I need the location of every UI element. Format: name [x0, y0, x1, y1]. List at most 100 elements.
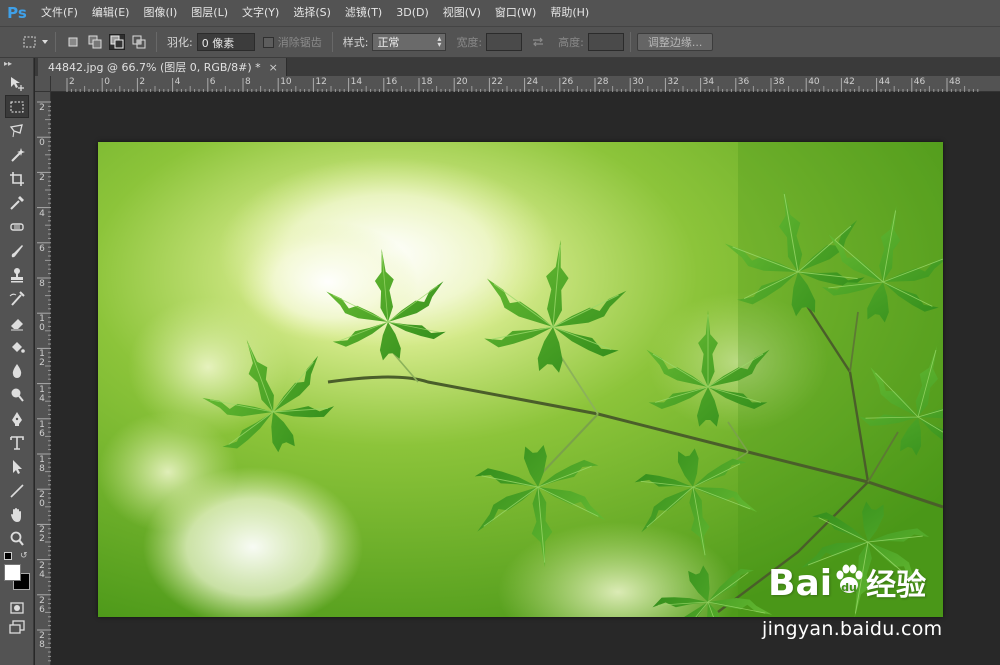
- subtract-from-selection-icon[interactable]: [109, 34, 125, 50]
- ruler-h-label: 36: [737, 77, 750, 87]
- preset-dropdown-icon[interactable]: [41, 34, 49, 50]
- ruler-v-label: 24: [39, 560, 45, 580]
- ruler-h-label: 2: [69, 77, 75, 87]
- brush-tool-icon[interactable]: [5, 239, 29, 262]
- menu-bar: Ps 文件(F) 编辑(E) 图像(I) 图层(L) 文字(Y) 选择(S) 滤…: [0, 0, 1000, 26]
- foreground-color-swatch[interactable]: [4, 564, 21, 581]
- ruler-v-label: 0: [39, 138, 45, 149]
- quick-mask-icon[interactable]: [5, 599, 29, 617]
- add-to-selection-icon[interactable]: [87, 34, 103, 50]
- document-image[interactable]: [98, 142, 943, 617]
- ruler-h-label: 34: [702, 77, 715, 87]
- height-input[interactable]: [587, 33, 624, 51]
- close-icon[interactable]: ×: [269, 61, 278, 74]
- ruler-h-label: 10: [280, 77, 292, 87]
- ruler-v-label: 14: [39, 384, 45, 404]
- feather-input[interactable]: 0 像素: [196, 33, 255, 51]
- lasso-tool-icon[interactable]: [5, 119, 29, 142]
- spot-healing-brush-icon[interactable]: [5, 215, 29, 238]
- ruler-h-label: 2: [139, 77, 146, 87]
- ruler-v-label: 16: [39, 419, 45, 439]
- zoom-tool-icon[interactable]: [5, 527, 29, 550]
- vertical-ruler[interactable]: 20246810121416182022242628: [35, 92, 51, 665]
- ruler-v-label: 26: [39, 595, 45, 615]
- magic-wand-tool-icon[interactable]: [5, 143, 29, 166]
- baidu-logo: Bai du 经验: [768, 560, 926, 604]
- baidu-jingyan-watermark: Bai du 经验 jingyan.baidu.com: [762, 560, 992, 656]
- path-selection-tool-icon[interactable]: [5, 455, 29, 478]
- pen-tool-icon[interactable]: [5, 407, 29, 430]
- crop-tool-icon[interactable]: [5, 167, 29, 190]
- ruler-v-label: 12: [39, 349, 45, 369]
- menu-layer[interactable]: 图层(L): [184, 0, 235, 26]
- screen-mode-icon[interactable]: [5, 618, 29, 636]
- default-colors-icon[interactable]: [4, 552, 12, 560]
- tools-panel: ▸▸ ↺: [0, 58, 34, 665]
- style-label: 样式:: [342, 36, 369, 49]
- refine-edge-button[interactable]: 调整边缘...: [636, 33, 714, 51]
- swap-colors-icon[interactable]: ↺: [20, 551, 28, 561]
- ruler-h-label: 18: [421, 77, 433, 87]
- jingyan-text: 经验: [866, 568, 927, 603]
- ruler-v-label: 2: [39, 173, 45, 184]
- ruler-h-label: 4: [174, 77, 181, 87]
- ruler-h-label: 14: [350, 77, 363, 87]
- eraser-tool-icon[interactable]: [5, 311, 29, 334]
- select-arrows-icon: ▴ ▾: [437, 34, 442, 49]
- dodge-tool-icon[interactable]: [5, 383, 29, 406]
- menu-select[interactable]: 选择(S): [286, 0, 338, 26]
- ruler-h-label: 40: [808, 77, 820, 87]
- menu-type[interactable]: 文字(Y): [235, 0, 286, 26]
- ruler-origin[interactable]: [35, 76, 51, 92]
- document-tab-title: 44842.jpg @ 66.7% (图层 0, RGB/8#) *: [48, 61, 261, 74]
- height-label: 高度:: [558, 36, 584, 49]
- paw-icon: du: [832, 563, 866, 594]
- menu-window[interactable]: 窗口(W): [488, 0, 543, 26]
- baidu-logo-text: Bai: [768, 563, 833, 604]
- blur-tool-icon[interactable]: [5, 359, 29, 382]
- horizontal-ruler[interactable]: 2 0 2 4 6 8 10 12 14 16 18 20 22 24 26 28 30 32 34 36 38 40 42…: [51, 76, 1000, 92]
- ruler-h-label: 20: [456, 77, 468, 87]
- menu-file[interactable]: 文件(F): [34, 0, 85, 26]
- ruler-v-label: 4: [39, 208, 45, 219]
- document-tab[interactable]: 44842.jpg @ 66.7% (图层 0, RGB/8#) * ×: [38, 58, 287, 76]
- menu-help[interactable]: 帮助(H): [543, 0, 596, 26]
- document-tab-strip: 44842.jpg @ 66.7% (图层 0, RGB/8#) * ×: [35, 58, 1000, 76]
- type-tool-icon[interactable]: [5, 431, 29, 454]
- move-tool-icon[interactable]: [5, 71, 29, 94]
- photoshop-logo: Ps: [7, 4, 27, 22]
- rectangular-marquee-tool-icon[interactable]: [5, 95, 29, 118]
- swap-dimensions-icon[interactable]: [530, 34, 546, 50]
- ruler-h-label: 42: [843, 77, 855, 87]
- ruler-h-label: 28: [597, 77, 609, 87]
- menu-view[interactable]: 视图(V): [436, 0, 488, 26]
- menu-filter[interactable]: 滤镜(T): [338, 0, 389, 26]
- ruler-h-label: 46: [913, 77, 926, 87]
- collapse-panel-icon[interactable]: ▸▸: [0, 58, 33, 70]
- ruler-h-label: 22: [491, 77, 503, 87]
- ruler-v-label: 22: [39, 525, 45, 545]
- line-tool-icon[interactable]: [5, 479, 29, 502]
- menu-3d[interactable]: 3D(D): [389, 0, 436, 26]
- new-selection-icon[interactable]: [65, 34, 81, 50]
- intersect-selection-icon[interactable]: [131, 34, 147, 50]
- style-select[interactable]: 正常 ▴ ▾: [372, 33, 447, 51]
- history-brush-tool-icon[interactable]: [5, 287, 29, 310]
- width-input[interactable]: [486, 33, 523, 51]
- paint-bucket-tool-icon[interactable]: [5, 335, 29, 358]
- ruler-v-label: 6: [39, 243, 45, 254]
- hand-tool-icon[interactable]: [5, 503, 29, 526]
- clone-stamp-tool-icon[interactable]: [5, 263, 29, 286]
- ruler-v-label: 8: [39, 279, 45, 289]
- width-label: 宽度:: [456, 36, 483, 49]
- antialias-checkbox[interactable]: [262, 36, 274, 48]
- eyedropper-tool-icon[interactable]: [5, 191, 29, 214]
- marquee-preset-icon[interactable]: [22, 34, 38, 50]
- ruler-v-label: 10: [39, 314, 45, 334]
- ruler-h-label: 32: [667, 77, 679, 87]
- menu-edit[interactable]: 编辑(E): [85, 0, 137, 26]
- menu-image[interactable]: 图像(I): [136, 0, 184, 26]
- ruler-h-label: 24: [526, 77, 539, 87]
- svg-text:du: du: [841, 581, 857, 594]
- color-swatches[interactable]: ↺: [0, 551, 34, 598]
